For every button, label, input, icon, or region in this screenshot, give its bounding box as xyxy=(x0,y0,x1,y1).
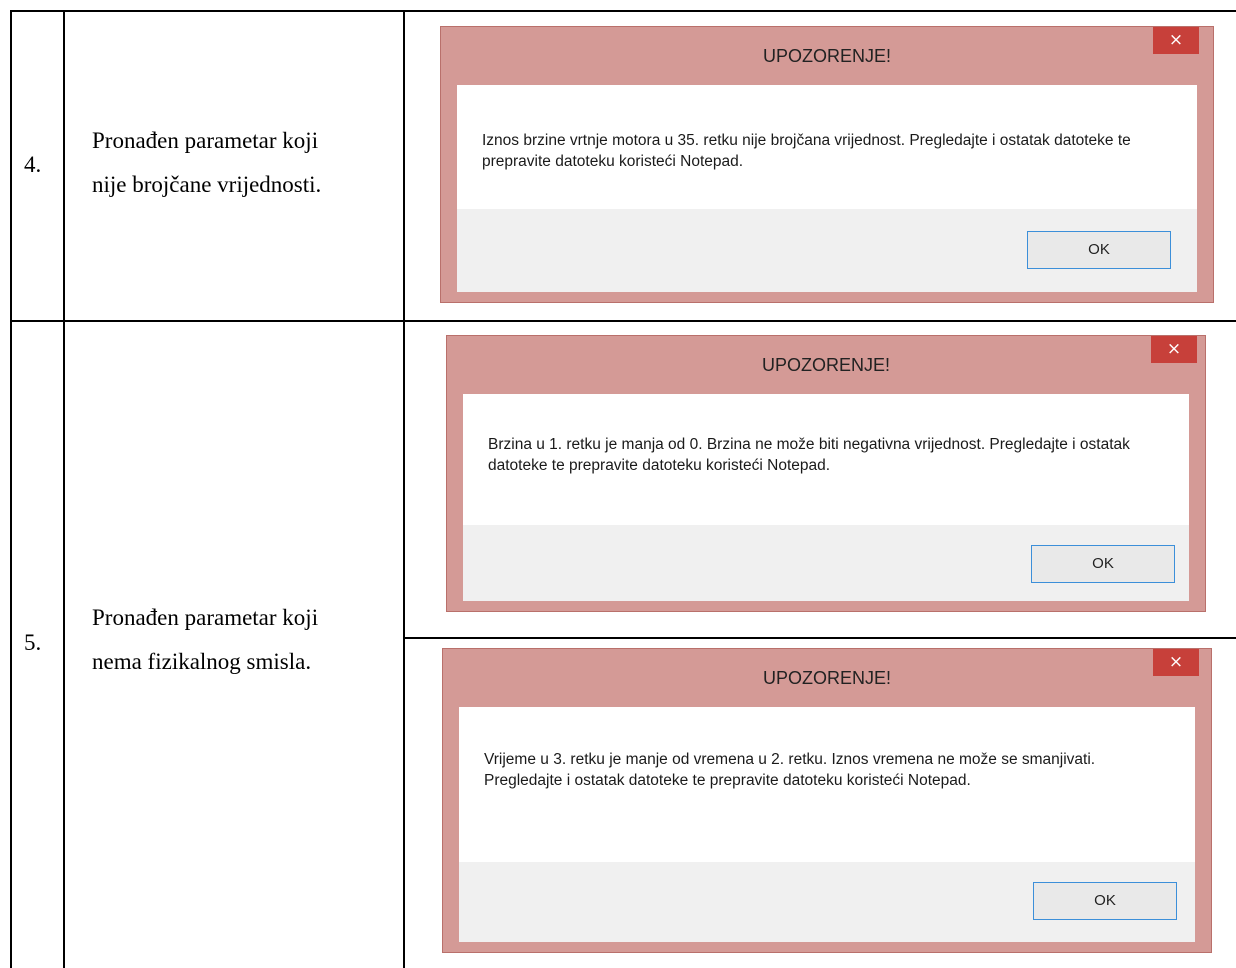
dialog-body: Iznos brzine vrtnje motora u 35. retku n… xyxy=(457,85,1197,292)
table-left-border xyxy=(10,10,12,968)
row-divider xyxy=(10,320,1236,322)
dialog-footer: OK xyxy=(459,862,1195,942)
warning-dialog: UPOZORENJE! × Brzina u 1. retku je manja… xyxy=(446,335,1206,612)
close-icon: × xyxy=(1168,30,1184,50)
row-description: Pronađen parametar koji nije brojčane vr… xyxy=(92,122,392,204)
table-top-border xyxy=(10,10,1236,12)
dialog-title: UPOZORENJE! xyxy=(762,668,891,688)
row-number: 5. xyxy=(24,630,42,655)
dialog-title: UPOZORENJE! xyxy=(761,355,890,375)
column-divider-description xyxy=(403,10,405,968)
dialog-message: Iznos brzine vrtnje motora u 35. retku n… xyxy=(482,132,1131,170)
description-line: nije brojčane vrijednosti. xyxy=(92,172,322,197)
dialog-footer: OK xyxy=(457,209,1197,292)
row-description: Pronađen parametar koji nema fizikalnog … xyxy=(92,599,392,681)
dialog-divider xyxy=(404,637,1236,639)
dialog-title: UPOZORENJE! xyxy=(762,46,891,66)
row-number: 4. xyxy=(24,152,42,177)
dialog-body: Vrijeme u 3. retku je manje od vremena u… xyxy=(459,707,1195,942)
warning-dialog: UPOZORENJE! × Iznos brzine vrtnje motora… xyxy=(440,26,1214,303)
column-divider-number xyxy=(63,10,65,968)
dialog-message: Vrijeme u 3. retku je manje od vremena u… xyxy=(484,751,1096,789)
close-icon: × xyxy=(1168,652,1184,672)
ok-button[interactable]: OK xyxy=(1031,545,1175,583)
warning-dialog: UPOZORENJE! × Vrijeme u 3. retku je manj… xyxy=(442,648,1212,953)
close-button[interactable]: × xyxy=(1153,649,1199,676)
description-line: Pronađen parametar koji xyxy=(92,605,319,630)
description-line: nema fizikalnog smisla. xyxy=(92,649,312,674)
description-line: Pronađen parametar koji xyxy=(92,128,319,153)
ok-button[interactable]: OK xyxy=(1033,882,1177,920)
close-button[interactable]: × xyxy=(1151,336,1197,363)
dialog-body: Brzina u 1. retku je manja od 0. Brzina … xyxy=(463,394,1189,601)
close-button[interactable]: × xyxy=(1153,27,1199,54)
dialog-footer: OK xyxy=(463,525,1189,601)
close-icon: × xyxy=(1166,339,1182,359)
dialog-message: Brzina u 1. retku je manja od 0. Brzina … xyxy=(488,436,1130,474)
ok-button[interactable]: OK xyxy=(1027,231,1171,269)
